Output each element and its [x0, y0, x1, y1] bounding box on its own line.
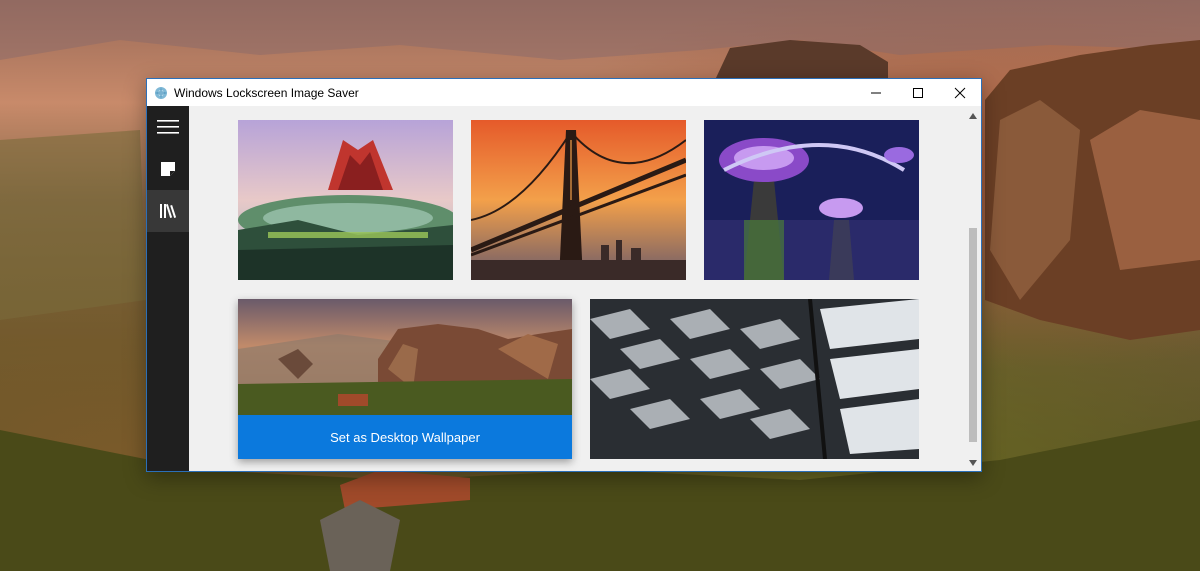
app-icon	[155, 86, 167, 99]
bridge-image	[471, 120, 686, 280]
scroll-thumb[interactable]	[969, 228, 977, 442]
gallery-image-cliffs[interactable]: Set as Desktop Wallpaper	[238, 299, 572, 459]
turbine-image	[590, 299, 919, 459]
app-window: Windows Lockscreen Image Saver Set as De…	[146, 78, 982, 472]
maximize-icon	[913, 87, 923, 98]
minimize-button[interactable]	[855, 79, 897, 106]
minimize-icon	[871, 92, 881, 93]
sidebar	[147, 106, 189, 471]
scroll-up-arrow[interactable]	[969, 112, 977, 120]
chevron-up-icon	[969, 113, 977, 119]
supertrees-image	[704, 120, 919, 280]
window-title: Windows Lockscreen Image Saver	[174, 85, 359, 100]
gallery-image-geyser[interactable]	[238, 120, 453, 280]
gallery-image-bridge[interactable]	[471, 120, 686, 280]
maximize-button[interactable]	[897, 79, 939, 106]
title-bar[interactable]: Windows Lockscreen Image Saver	[147, 79, 981, 106]
gallery: Set as Desktop Wallpaper	[189, 106, 965, 471]
close-icon	[954, 87, 966, 98]
geyser-image	[238, 120, 453, 280]
hamburger-menu-icon	[157, 120, 179, 134]
cliffs-image	[238, 299, 572, 415]
sidebar-item-current[interactable]	[147, 148, 189, 190]
gallery-image-supertrees[interactable]	[704, 120, 919, 280]
sidebar-item-library[interactable]	[147, 190, 189, 232]
gallery-image-turbine[interactable]	[590, 299, 919, 459]
scroll-down-arrow[interactable]	[969, 459, 977, 467]
close-button[interactable]	[939, 79, 981, 106]
library-icon	[160, 204, 176, 218]
set-desktop-wallpaper-button[interactable]: Set as Desktop Wallpaper	[238, 415, 572, 459]
hamburger-menu-button[interactable]	[147, 106, 189, 148]
vertical-scrollbar[interactable]	[965, 106, 981, 471]
note-icon	[161, 162, 175, 176]
chevron-down-icon	[969, 460, 977, 466]
